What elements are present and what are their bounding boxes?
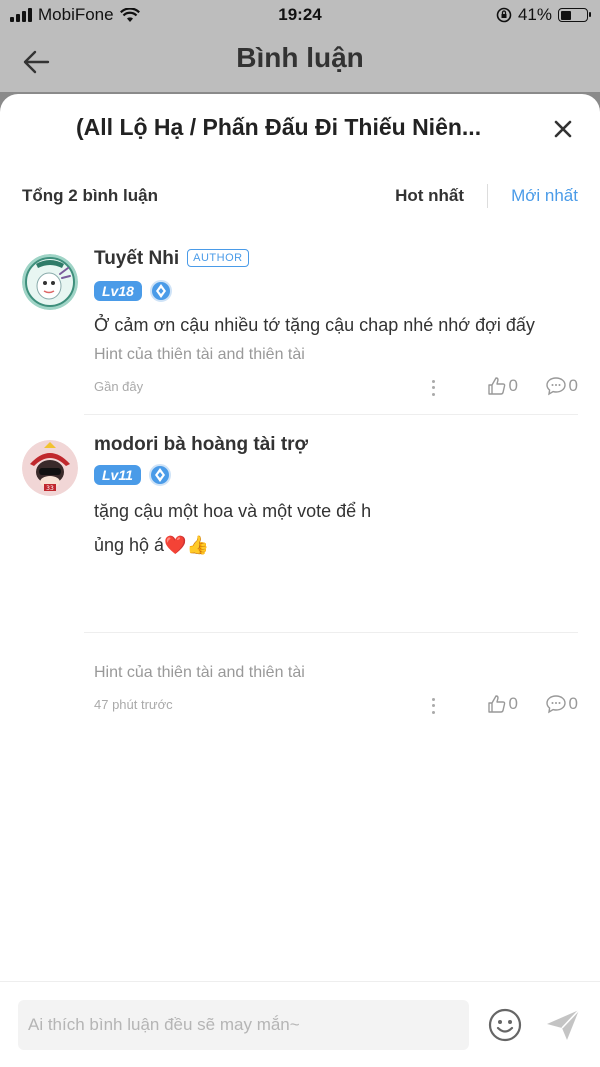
comment-time: Gần đây bbox=[94, 379, 144, 394]
reply-button[interactable]: 0 bbox=[545, 376, 578, 396]
chat-bubble-icon bbox=[545, 695, 566, 714]
orientation-lock-icon bbox=[496, 7, 512, 23]
sort-hot-tab[interactable]: Hot nhất bbox=[395, 186, 464, 206]
author-badge: AUTHOR bbox=[187, 249, 249, 267]
status-bar: MobiFone 19:24 41% bbox=[0, 0, 600, 32]
comment-hint: Hint của thiên tài and thiên tài bbox=[94, 346, 305, 363]
diamond-icon bbox=[148, 464, 171, 486]
comment-meta: Gần đây 0 0 bbox=[94, 376, 578, 400]
comments-sheet: (All Lộ Hạ / Phấn Đấu Đi Thiếu Niên... T… bbox=[0, 94, 600, 1067]
comment-hint: Hint của thiên tài and thiên tài bbox=[94, 664, 305, 681]
level-badge: Lv11 bbox=[94, 465, 141, 485]
comment-item: 33 modori bà hoàng tài trợ Lv11 tặng cậu… bbox=[0, 434, 600, 715]
like-count: 0 bbox=[508, 376, 518, 395]
sort-divider bbox=[487, 184, 488, 208]
send-icon bbox=[547, 1009, 580, 1040]
comment-input[interactable] bbox=[18, 1000, 469, 1050]
comment-divider bbox=[84, 632, 578, 633]
avatar-image: 33 bbox=[22, 440, 78, 496]
emoji-button[interactable] bbox=[488, 1008, 522, 1042]
more-options-button[interactable] bbox=[428, 378, 438, 398]
comment-count: Tổng 2 bình luận bbox=[22, 186, 158, 205]
comment-text: Ở cảm ơn cậu nhiều tớ tặng cậu chap nhé … bbox=[94, 308, 535, 342]
comment-text: tặng cậu một hoa và một vote để h ủng hộ… bbox=[94, 494, 371, 562]
close-icon bbox=[554, 120, 572, 138]
smiley-icon bbox=[488, 1008, 522, 1042]
more-options-button[interactable] bbox=[428, 696, 438, 716]
status-right: 41% bbox=[496, 5, 591, 25]
battery-icon bbox=[558, 8, 591, 22]
comment-author-name[interactable]: modori bà hoàng tài trợ bbox=[94, 434, 308, 455]
svg-text:33: 33 bbox=[46, 485, 54, 492]
comment-meta: 47 phút trước 0 0 bbox=[94, 694, 578, 718]
battery-fill bbox=[560, 10, 571, 20]
comment-divider bbox=[84, 414, 578, 415]
sort-new-tab[interactable]: Mới nhất bbox=[511, 186, 578, 206]
battery-percent: 41% bbox=[517, 5, 552, 24]
nav-bar: Bình luận bbox=[0, 32, 600, 92]
comment-text-line: tặng cậu một hoa và một vote để h bbox=[94, 501, 372, 521]
comment-text-line: Ở cảm ơn cậu nhiều tớ tặng cậu chap nhé … bbox=[94, 315, 535, 335]
like-button[interactable]: 0 bbox=[487, 694, 518, 714]
level-badge: Lv18 bbox=[94, 281, 142, 301]
page-title: Bình luận bbox=[236, 42, 364, 73]
sheet-title: (All Lộ Hạ / Phấn Đấu Đi Thiếu Niên... bbox=[76, 114, 482, 140]
summary-row: Tổng 2 bình luận Hot nhất Mới nhất bbox=[0, 180, 600, 214]
close-button[interactable] bbox=[550, 116, 576, 142]
send-button[interactable] bbox=[545, 1008, 581, 1042]
thumbs-up-icon bbox=[487, 377, 505, 395]
like-count: 0 bbox=[508, 694, 518, 713]
avatar-image bbox=[22, 254, 78, 310]
level-row: Lv18 bbox=[94, 280, 172, 302]
comment-input-bar bbox=[0, 981, 600, 1067]
thumbs-up-icon bbox=[487, 695, 505, 713]
comment-author-row: modori bà hoàng tài trợ bbox=[94, 434, 308, 456]
comment-author-row: Tuyết Nhi AUTHOR bbox=[94, 248, 249, 270]
like-button[interactable]: 0 bbox=[487, 376, 518, 396]
avatar[interactable]: 33 bbox=[22, 440, 78, 496]
diamond-icon bbox=[149, 280, 172, 302]
comment-author-name[interactable]: Tuyết Nhi bbox=[94, 248, 179, 269]
comment-time: 47 phút trước bbox=[94, 697, 173, 712]
avatar[interactable] bbox=[22, 254, 78, 310]
level-row: Lv11 bbox=[94, 464, 171, 486]
reply-button[interactable]: 0 bbox=[545, 694, 578, 714]
reply-count: 0 bbox=[568, 376, 578, 395]
comment-item: Tuyết Nhi AUTHOR Lv18 Ở cảm ơn cậu nhiều … bbox=[0, 248, 600, 418]
chat-bubble-icon bbox=[545, 377, 566, 396]
comment-text-line: ủng hộ á❤️👍 bbox=[94, 535, 209, 555]
reply-count: 0 bbox=[568, 694, 578, 713]
